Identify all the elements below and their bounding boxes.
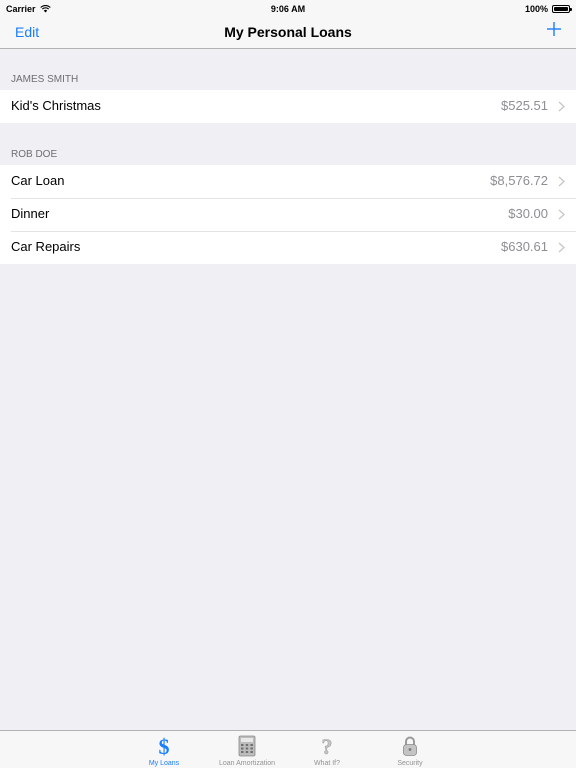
chevron-right-icon <box>558 101 565 112</box>
loan-name: Kid's Christmas <box>11 98 101 113</box>
status-time: 9:06 AM <box>270 4 306 14</box>
calculator-icon <box>238 735 256 757</box>
loan-amount: $8,576.72 <box>490 173 548 188</box>
tab-my-loans[interactable]: $ My Loans <box>124 731 204 768</box>
chevron-right-icon <box>558 176 565 187</box>
tab-loan-amortization[interactable]: Loan Amortization <box>207 731 287 768</box>
status-bar: Carrier 9:06 AM 100% <box>0 0 576 18</box>
navigation-bar: Edit My Personal Loans <box>0 18 576 49</box>
loan-row-car-loan[interactable]: Car Loan $8,576.72 <box>0 165 576 198</box>
page-title: My Personal Loans <box>224 24 352 40</box>
loan-name: Dinner <box>11 206 50 221</box>
padlock-icon <box>403 736 417 756</box>
question-mark-icon: ? <box>321 735 333 757</box>
tab-security[interactable]: Security <box>370 731 450 768</box>
tab-bar: $ My Loans Loan Amortization ? What If? … <box>0 730 576 768</box>
loan-amount: $30.00 <box>508 206 548 221</box>
loan-name: Car Loan <box>11 173 65 188</box>
dollar-icon: $ <box>159 735 170 757</box>
loan-name: Car Repairs <box>11 239 81 254</box>
loan-row-kids-christmas[interactable]: Kid's Christmas $525.51 <box>0 90 576 123</box>
battery-indicator: 100% <box>524 4 572 14</box>
svg-text:?: ? <box>322 735 333 757</box>
plus-icon[interactable] <box>546 21 562 37</box>
tab-what-if[interactable]: ? What If? <box>287 731 367 768</box>
tab-label: Security <box>397 760 423 767</box>
battery-icon <box>552 5 572 13</box>
loan-row-dinner[interactable]: Dinner $30.00 <box>0 198 576 231</box>
loan-group-rob-doe: Car Loan $8,576.72 Dinner $30.00 Car Rep… <box>0 165 576 264</box>
tab-label: What If? <box>313 760 341 767</box>
loan-group-james-smith: Kid's Christmas $525.51 <box>0 90 576 123</box>
loan-row-car-repairs[interactable]: Car Repairs $630.61 <box>0 231 576 264</box>
tab-label: Loan Amortization <box>218 760 276 767</box>
loan-amount: $630.61 <box>501 239 548 254</box>
battery-percent: 100% <box>524 4 548 14</box>
svg-text:$: $ <box>159 735 170 757</box>
tab-label: My Loans <box>148 760 180 767</box>
section-header-rob-doe: ROB DOE <box>11 149 58 160</box>
section-header-james-smith: JAMES SMITH <box>11 74 79 85</box>
chevron-right-icon <box>558 242 565 253</box>
loan-amount: $525.51 <box>501 98 548 113</box>
chevron-right-icon <box>558 209 565 220</box>
